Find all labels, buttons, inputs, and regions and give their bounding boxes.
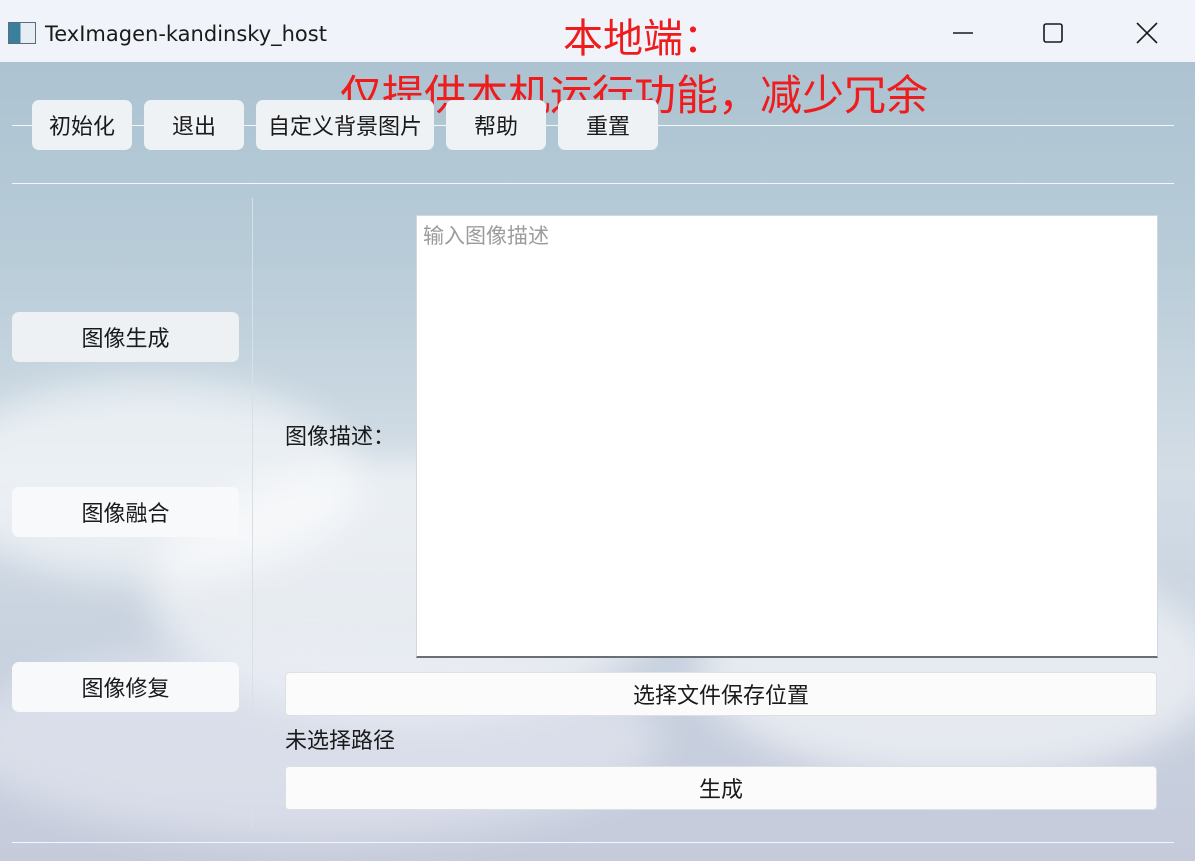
toolbar-bottom-divider: [12, 183, 1174, 184]
init-button[interactable]: 初始化: [32, 100, 132, 150]
maximize-icon: [1043, 23, 1063, 43]
exit-button[interactable]: 退出: [144, 100, 244, 150]
reset-button[interactable]: 重置: [558, 100, 658, 150]
save-path-status: 未选择路径: [285, 729, 396, 754]
sidebar-divider: [252, 198, 253, 828]
close-button[interactable]: [1107, 8, 1187, 58]
footer-divider: [12, 842, 1174, 843]
annotation-title: 本地端：: [563, 16, 723, 62]
sidebar-item-image-generation[interactable]: 图像生成: [12, 312, 239, 362]
app-icon: [8, 22, 36, 44]
minimize-button[interactable]: [923, 8, 1003, 58]
generate-button[interactable]: 生成: [285, 766, 1157, 810]
app-window: TexImagen-kandinsky_host 本地端： 仅提供本机运行功能，…: [0, 0, 1195, 861]
maximize-button[interactable]: [1013, 8, 1093, 58]
choose-save-location-button[interactable]: 选择文件保存位置: [285, 672, 1157, 716]
minimize-icon: [953, 32, 973, 34]
sidebar-item-image-fusion[interactable]: 图像融合: [12, 487, 239, 537]
help-button[interactable]: 帮助: [446, 100, 546, 150]
close-icon: [1136, 22, 1158, 44]
window-title: TexImagen-kandinsky_host: [45, 22, 327, 46]
image-description-input[interactable]: [416, 215, 1158, 658]
image-description-label: 图像描述：: [285, 425, 396, 450]
sidebar-item-image-repair[interactable]: 图像修复: [12, 662, 239, 712]
custom-background-button[interactable]: 自定义背景图片: [256, 100, 434, 150]
